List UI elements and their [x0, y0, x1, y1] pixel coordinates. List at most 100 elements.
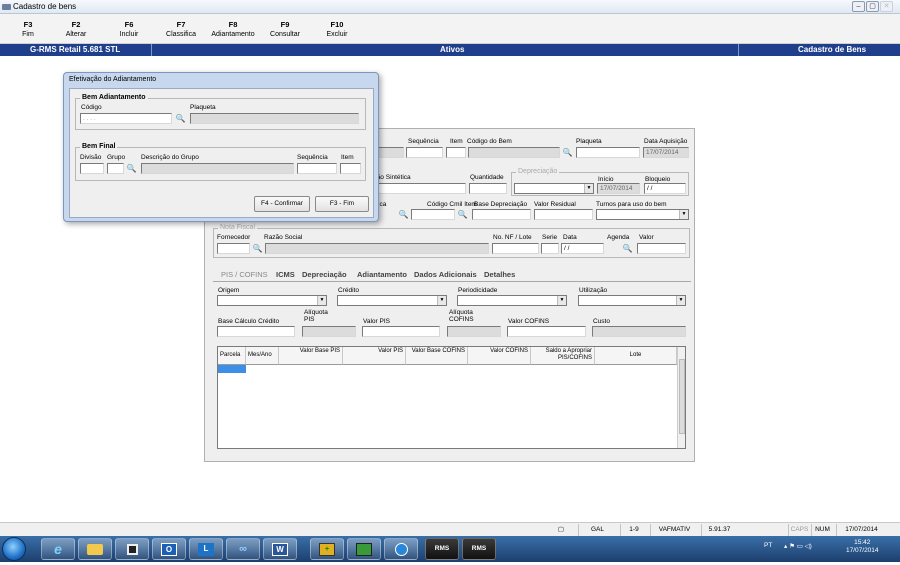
- tab-dados-adicionais[interactable]: Dados Adicionais: [414, 270, 477, 279]
- fk-classifica[interactable]: F7 Classifica: [151, 20, 211, 40]
- dialog-codigo-label: Código: [81, 104, 102, 111]
- custo-field[interactable]: [592, 326, 686, 337]
- app-green-icon[interactable]: [347, 538, 381, 560]
- binoculars-icon[interactable]: 🔍: [252, 243, 263, 254]
- serie-field[interactable]: [541, 243, 559, 254]
- vertical-scrollbar[interactable]: [677, 347, 685, 448]
- parcelas-table[interactable]: Parcela Mes/Ano Valor Base PIS Valor PIS…: [217, 346, 686, 449]
- razao-social-label: Razão Social: [264, 234, 303, 241]
- sequencia-label: Sequência: [408, 138, 439, 145]
- utilizacao-select[interactable]: ▼: [578, 295, 686, 306]
- aliquota-pis-field[interactable]: [302, 326, 356, 337]
- fk-excluir[interactable]: F10 Excluir: [307, 20, 367, 40]
- tray-icons[interactable]: ▴ ⚑ ▭ ◁): [784, 542, 812, 550]
- tab-depreciacao[interactable]: Depreciação: [302, 270, 347, 279]
- tab-adiantamento[interactable]: Adiantamento: [357, 270, 407, 279]
- selected-cell[interactable]: [218, 365, 246, 373]
- fk-consultar[interactable]: F9 Consultar: [255, 20, 315, 40]
- bloqueio-field[interactable]: / /: [644, 183, 686, 194]
- minimize-button[interactable]: –: [852, 1, 865, 12]
- codigo-cmil-item-field[interactable]: [411, 209, 455, 220]
- data-aquisicao-field[interactable]: 17/07/2014: [643, 147, 689, 158]
- tab-pis-cofins[interactable]: PIS / COFINS: [221, 270, 268, 279]
- turnos-select[interactable]: ▼: [596, 209, 689, 220]
- globe-icon[interactable]: [384, 538, 418, 560]
- base-depreciacao-field[interactable]: [472, 209, 531, 220]
- inicio-label: Início: [598, 176, 614, 183]
- app-plus-icon[interactable]: +: [310, 538, 344, 560]
- valor-field[interactable]: [637, 243, 686, 254]
- valor-cofins-label: Valor COFINS: [508, 318, 550, 325]
- meeting-icon[interactable]: ∞: [226, 538, 260, 560]
- system-version: G-RMS Retail 5.681 STL: [30, 45, 121, 54]
- word-icon[interactable]: W: [263, 538, 297, 560]
- clock[interactable]: 15:42 17/07/2014: [846, 539, 879, 555]
- dialog-sequencia-field[interactable]: [297, 163, 337, 174]
- descricao-sintetica-field[interactable]: [372, 183, 466, 194]
- fk-key: F10: [330, 20, 344, 29]
- credito-select[interactable]: ▼: [337, 295, 447, 306]
- dialog-codigo-field[interactable]: . . . .: [80, 113, 172, 124]
- dialog-plaqueta-field[interactable]: [190, 113, 359, 124]
- dialog-item-field[interactable]: [340, 163, 361, 174]
- status-page: 1-9: [620, 524, 647, 536]
- tab-icms[interactable]: ICMS: [276, 270, 295, 279]
- nf-lote-field[interactable]: [492, 243, 539, 254]
- header-divider: [738, 44, 739, 56]
- confirm-button[interactable]: F4 - Confirmar: [254, 196, 310, 212]
- scrollbar-thumb[interactable]: [679, 359, 685, 434]
- maximize-button[interactable]: ▢: [866, 1, 879, 12]
- rms-app-2[interactable]: RMS: [462, 538, 496, 560]
- razao-social-field[interactable]: [265, 243, 489, 254]
- fim-button[interactable]: F3 - Fim: [315, 196, 369, 212]
- file-explorer-icon[interactable]: [78, 538, 112, 560]
- aliquota-cofins-field[interactable]: [447, 326, 501, 337]
- dialog-grupo-field[interactable]: [107, 163, 124, 174]
- valor-pis-field[interactable]: [362, 326, 440, 337]
- valor-cofins-field[interactable]: [507, 326, 586, 337]
- data-field[interactable]: / /: [561, 243, 604, 254]
- binoculars-icon[interactable]: 🔍: [562, 147, 573, 158]
- divisao-field[interactable]: [378, 147, 404, 158]
- fk-alterar[interactable]: F2 Alterar: [46, 20, 106, 40]
- valor-label: Valor: [639, 234, 654, 241]
- codigo-bem-field[interactable]: [468, 147, 560, 158]
- internet-explorer-icon[interactable]: e: [41, 538, 75, 560]
- plaqueta-field[interactable]: [576, 147, 640, 158]
- origem-select[interactable]: ▼: [217, 295, 327, 306]
- valor-residual-field[interactable]: [534, 209, 593, 220]
- fk-incluir[interactable]: F6 Incluir: [99, 20, 159, 40]
- inicio-field[interactable]: 17/07/2014: [597, 183, 640, 194]
- fk-adiantamento[interactable]: F8 Adiantamento: [203, 20, 263, 40]
- rms-app-1[interactable]: RMS: [425, 538, 459, 560]
- col-valor-base-pis: Valor Base PIS: [279, 347, 343, 365]
- media-player-icon[interactable]: [115, 538, 149, 560]
- binoculars-icon[interactable]: 🔍: [398, 209, 409, 220]
- item-field[interactable]: [446, 147, 466, 158]
- status-gal: GAL: [578, 524, 616, 536]
- status-caps: CAPS: [788, 524, 810, 536]
- base-calculo-field[interactable]: [217, 326, 295, 337]
- binoculars-icon[interactable]: 🔍: [622, 243, 633, 254]
- start-orb-icon[interactable]: [2, 537, 26, 561]
- binoculars-icon[interactable]: 🔍: [457, 209, 468, 220]
- binoculars-icon[interactable]: 🔍: [126, 163, 137, 174]
- dialog-divisao-field[interactable]: [80, 163, 104, 174]
- fornecedor-field[interactable]: [217, 243, 250, 254]
- dialog-descricao-field[interactable]: [141, 163, 294, 174]
- plaqueta-label: Plaqueta: [576, 138, 602, 145]
- close-button[interactable]: ✕: [880, 1, 893, 12]
- chevron-down-icon: ▼: [679, 210, 688, 219]
- depreciacao-select[interactable]: ▼: [514, 183, 594, 194]
- lync-icon[interactable]: L: [189, 538, 223, 560]
- function-key-toolbar: F3 Fim F2 Alterar F6 Incluir F7 Classifica F…: [0, 14, 900, 44]
- tab-divider: [213, 281, 691, 282]
- language-indicator[interactable]: PT: [764, 542, 772, 549]
- quantidade-field[interactable]: [469, 183, 507, 194]
- sequencia-field[interactable]: [406, 147, 443, 158]
- module-header-bar: G-RMS Retail 5.681 STL Ativos Cadastro d…: [0, 44, 900, 56]
- binoculars-icon[interactable]: 🔍: [175, 113, 186, 124]
- outlook-icon[interactable]: O: [152, 538, 186, 560]
- periodicidade-select[interactable]: ▼: [457, 295, 567, 306]
- tab-detalhes[interactable]: Detalhes: [484, 270, 515, 279]
